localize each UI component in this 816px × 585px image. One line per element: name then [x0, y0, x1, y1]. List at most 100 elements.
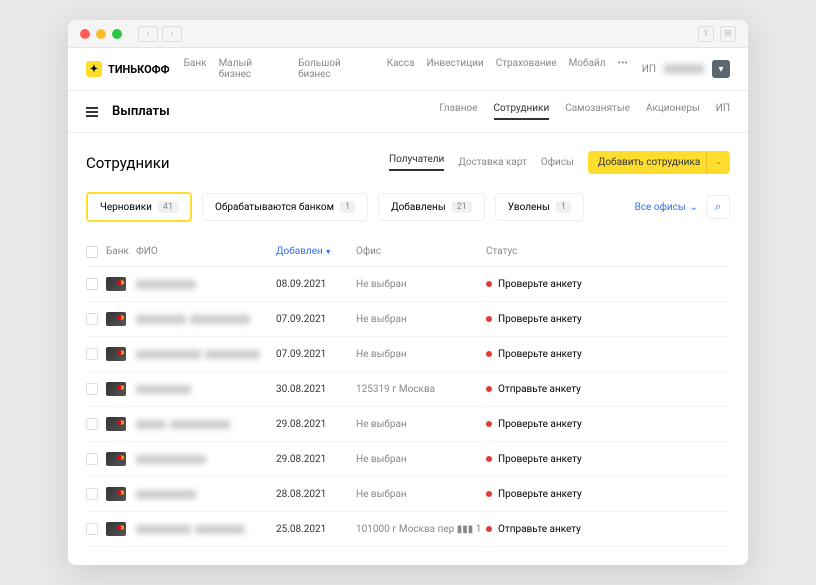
table-row[interactable]: 28.08.2021Не выбранПроверьте анкету — [86, 477, 730, 512]
nav-item[interactable]: Страхование — [496, 58, 557, 80]
nav-item[interactable]: Большой бизнес — [298, 58, 375, 80]
status-dot-icon — [486, 526, 492, 532]
status-dot-icon — [486, 386, 492, 392]
search-icon: ⌕ — [715, 200, 721, 214]
filter-Добавлены[interactable]: Добавлены21 — [378, 193, 485, 221]
subtab-Получатели[interactable]: Получатели — [389, 154, 444, 171]
tab-Главное[interactable]: Главное — [439, 103, 477, 120]
filter-row: Черновики41 Обрабатываются банком1 Добавле… — [86, 192, 730, 222]
status-dot-icon — [486, 281, 492, 287]
row-office: Не выбран — [356, 454, 486, 465]
row-checkbox[interactable] — [86, 313, 98, 325]
status-dot-icon — [486, 421, 492, 427]
filter-Обрабатываются банком[interactable]: Обрабатываются банком1 — [202, 193, 368, 221]
row-office: Не выбран — [356, 419, 486, 430]
bank-card-icon — [106, 452, 126, 466]
row-date: 29.08.2021 — [276, 419, 356, 430]
table-row[interactable]: 08.09.2021Не выбранПроверьте анкету — [86, 267, 730, 302]
row-date: 30.08.2021 — [276, 384, 356, 395]
bank-card-icon — [106, 522, 126, 536]
back-button[interactable]: ‹ — [138, 26, 158, 42]
col-name: ФИО — [136, 246, 276, 258]
row-office: 101000 г Москва пер ▮▮▮ 1 — [356, 524, 486, 535]
table-row[interactable]: 30.08.2021125319 г МоскваОтправьте анкет… — [86, 372, 730, 407]
row-status: Проверьте анкету — [486, 349, 730, 360]
nav-item[interactable]: ••• — [618, 58, 628, 80]
select-all-checkbox[interactable] — [86, 246, 98, 258]
menu-icon[interactable] — [86, 107, 98, 117]
logo-icon: ✦ — [86, 61, 102, 77]
tab-Самозанятые[interactable]: Самозанятые — [565, 103, 630, 120]
bank-card-icon — [106, 487, 126, 501]
nav-item[interactable]: Банк — [184, 58, 207, 80]
tab-Сотрудники[interactable]: Сотрудники — [494, 103, 550, 120]
nav-item[interactable]: Мобайл — [569, 58, 606, 80]
search-button[interactable]: ⌕ — [706, 195, 730, 219]
status-dot-icon — [486, 456, 492, 462]
row-date: 29.08.2021 — [276, 454, 356, 465]
minimize-icon[interactable] — [96, 29, 106, 39]
row-status: Отправьте анкету — [486, 384, 730, 395]
table-row[interactable]: 29.08.2021Не выбранПроверьте анкету — [86, 442, 730, 477]
row-checkbox[interactable] — [86, 418, 98, 430]
row-office: Не выбран — [356, 314, 486, 325]
office-filter[interactable]: Все офисы ⌄ — [635, 202, 698, 213]
row-checkbox[interactable] — [86, 278, 98, 290]
table-row[interactable]: 07.09.2021Не выбранПроверьте анкету — [86, 337, 730, 372]
tab-Акционеры[interactable]: Акционеры — [646, 103, 700, 120]
row-status: Проверьте анкету — [486, 489, 730, 500]
row-status: Проверьте анкету — [486, 279, 730, 290]
row-checkbox[interactable] — [86, 523, 98, 535]
col-date[interactable]: Добавлен▼ — [276, 246, 356, 258]
filter-Уволены[interactable]: Уволены1 — [495, 193, 584, 221]
nav-item[interactable]: Касса — [387, 58, 415, 80]
subtab-Офисы[interactable]: Офисы — [541, 157, 574, 168]
status-dot-icon — [486, 491, 492, 497]
bank-card-icon — [106, 312, 126, 326]
col-status: Статус — [486, 246, 730, 258]
forward-button[interactable]: › — [162, 26, 182, 42]
row-office: Не выбран — [356, 349, 486, 360]
bank-card-icon — [106, 277, 126, 291]
add-employee-button[interactable]: Добавить сотрудника — [588, 151, 710, 174]
avatar[interactable]: ▾ — [712, 60, 730, 78]
close-icon[interactable] — [80, 29, 90, 39]
row-date: 07.09.2021 — [276, 349, 356, 360]
top-nav: Банк Малый бизнес Большой бизнес Касса Инвес… — [184, 58, 628, 80]
nav-item[interactable]: Инвестиции — [426, 58, 483, 80]
bank-card-icon — [106, 347, 126, 361]
row-checkbox[interactable] — [86, 348, 98, 360]
col-bank: Банк — [106, 246, 136, 258]
row-office: 125319 г Москва — [356, 384, 486, 395]
chevron-down-icon: ⌄ — [690, 202, 698, 213]
table-row[interactable]: 07.09.2021Не выбранПроверьте анкету — [86, 302, 730, 337]
bank-card-icon — [106, 417, 126, 431]
subtab-Доставка карт[interactable]: Доставка карт — [458, 157, 527, 168]
sub-header: Выплаты Главное Сотрудники Самозанятые Акци… — [68, 91, 748, 133]
row-date: 28.08.2021 — [276, 489, 356, 500]
bank-card-icon — [106, 382, 126, 396]
page-title: Выплаты — [112, 104, 170, 119]
nav-item[interactable]: Малый бизнес — [219, 58, 287, 80]
table-row[interactable]: 29.08.2021Не выбранПроверьте анкету — [86, 407, 730, 442]
tabs-icon[interactable]: ⊞ — [720, 26, 736, 42]
maximize-icon[interactable] — [112, 29, 122, 39]
row-checkbox[interactable] — [86, 383, 98, 395]
status-dot-icon — [486, 351, 492, 357]
row-office: Не выбран — [356, 489, 486, 500]
page-tabs: Главное Сотрудники Самозанятые Акционеры ИП — [439, 103, 730, 120]
add-employee-dropdown[interactable]: ⌄ — [706, 151, 730, 174]
row-checkbox[interactable] — [86, 453, 98, 465]
row-status: Отправьте анкету — [486, 524, 730, 535]
table-row[interactable]: 25.08.2021101000 г Москва пер ▮▮▮ 1Отпра… — [86, 512, 730, 547]
logo[interactable]: ✦ ТИНЬКОФФ — [86, 61, 170, 77]
share-icon[interactable]: ⇪ — [698, 26, 714, 42]
main-header: ✦ ТИНЬКОФФ Банк Малый бизнес Большой бизне… — [68, 48, 748, 91]
row-date: 25.08.2021 — [276, 524, 356, 535]
tab-ИП[interactable]: ИП — [716, 103, 730, 120]
filter-Черновики[interactable]: Черновики41 — [86, 192, 192, 222]
titlebar: ‹ › ⇪ ⊞ — [68, 20, 748, 48]
row-checkbox[interactable] — [86, 488, 98, 500]
row-office: Не выбран — [356, 279, 486, 290]
table-header: Банк ФИО Добавлен▼ Офис Статус — [86, 238, 730, 267]
